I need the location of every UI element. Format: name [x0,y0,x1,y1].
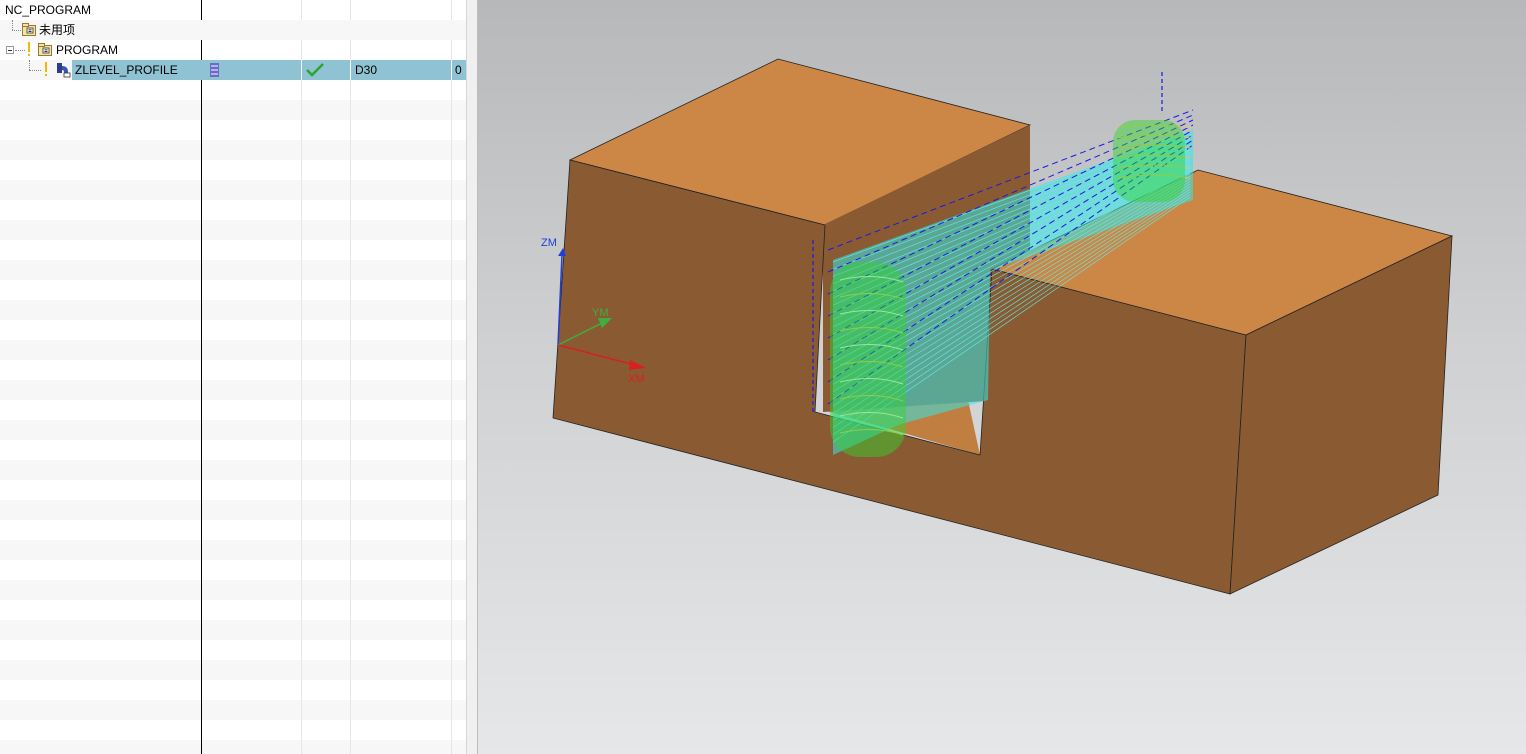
path-cell[interactable] [202,60,301,80]
empty-row [0,300,466,320]
empty-row [0,580,466,600]
column-separator [301,0,302,754]
empty-row [0,380,466,400]
z-axis-label: ZM [541,237,557,249]
operation-navigator: NC_PROGRAM 未用项 PROGRAM ZLEVEL_PROFILE D3… [0,0,466,754]
x-axis-label: XM [628,373,645,385]
empty-row [0,220,466,240]
empty-row [0,280,466,300]
empty-row [0,160,466,180]
empty-row [0,80,466,100]
tree-line [29,60,30,70]
empty-row [0,240,466,260]
tree-line [12,20,13,30]
program-group-icon [38,43,52,56]
empty-row [0,600,466,620]
empty-row [0,740,466,754]
column-separator [350,0,351,754]
empty-row [0,720,466,740]
generated-cell[interactable] [302,60,350,80]
empty-row [0,660,466,680]
toolpath-icon [210,63,219,77]
unused-items-label: 未用项 [39,23,76,37]
empty-row [0,440,466,460]
warning-status-icon [28,42,31,57]
program-group-icon [22,23,36,36]
empty-row [0,120,466,140]
root-label: NC_PROGRAM [5,3,92,17]
extra-value: 0 [455,63,462,77]
tool-name: D30 [355,63,378,77]
empty-row [0,680,466,700]
model-viewport[interactable]: ZM YM XM [478,0,1526,754]
empty-row [0,140,466,160]
tool-cell[interactable]: D30 [351,60,451,80]
tree-row-unused-items[interactable]: 未用项 [0,20,466,40]
engage-zone-near [830,262,906,457]
zlevel-profile-operation-icon [57,63,71,78]
tree-line [15,50,25,51]
empty-row [0,460,466,480]
extra-cell[interactable]: 0 [452,60,466,80]
graphics-window[interactable]: ZM YM XM [478,0,1526,754]
program-label: PROGRAM [56,43,119,57]
engage-zone-far [1113,120,1185,202]
empty-row [0,560,466,580]
empty-row [0,540,466,560]
empty-row [0,100,466,120]
tree-line [29,70,41,71]
checkmark-icon [306,63,324,77]
tree-row-root[interactable]: NC_PROGRAM [0,0,466,20]
tree-row-zlevel-profile[interactable]: ZLEVEL_PROFILE D30 0 [0,60,466,80]
empty-row [0,480,466,500]
warning-status-icon [45,62,48,77]
empty-row [0,420,466,440]
empty-row [0,520,466,540]
workpiece-model[interactable] [552,58,1454,595]
tree-line [12,30,21,31]
empty-row [0,320,466,340]
operation-name: ZLEVEL_PROFILE [75,63,178,77]
empty-row [0,200,466,220]
empty-row [0,500,466,520]
empty-row [0,640,466,660]
column-separator [451,0,452,754]
collapse-toggle-icon[interactable] [6,46,14,54]
y-axis-label: YM [592,307,609,319]
empty-row [0,180,466,200]
empty-row [0,400,466,420]
empty-row [0,260,466,280]
empty-row [0,700,466,720]
empty-row [0,620,466,640]
tree-row-program[interactable]: PROGRAM [0,40,466,60]
empty-row [0,340,466,360]
empty-row [0,360,466,380]
panel-splitter[interactable] [466,0,478,754]
name-column-border[interactable] [201,0,202,754]
